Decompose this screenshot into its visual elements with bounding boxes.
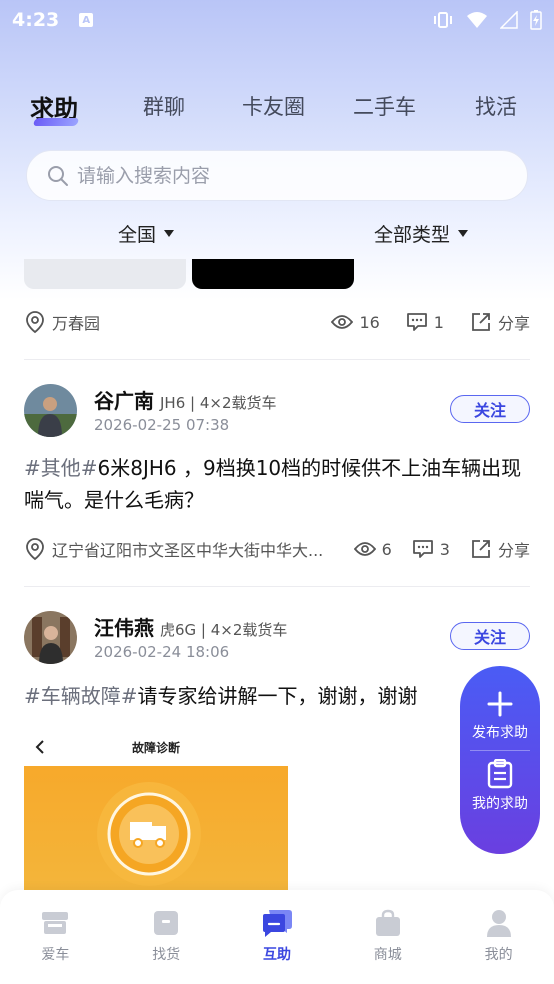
my-help-label: 我的求助 [472, 796, 528, 812]
avatar[interactable] [24, 611, 77, 664]
user-name[interactable]: 谷广南 JH6 | 4×2载货车 [94, 385, 277, 414]
nav-label: 找货 [152, 947, 181, 963]
image-title: 故障诊断 [131, 740, 180, 755]
views-count: 6 [353, 540, 392, 559]
post-hashtag[interactable]: #其他# [24, 456, 98, 480]
floating-action-panel: 发布求助 我的求助 [460, 666, 540, 854]
search-input[interactable] [77, 164, 477, 187]
post-image[interactable]: 故障诊断 [24, 728, 288, 898]
tab-truck-friends[interactable]: 卡友圈 [242, 91, 305, 121]
publish-help-button[interactable]: 发布求助 [460, 690, 540, 742]
post-text: 6米8JH6 ，9档换10档的时候供不上油车辆出现喘气。是什么毛病？ [24, 456, 522, 512]
nav-label: 我的 [484, 947, 513, 963]
signal-icon [500, 11, 518, 29]
truck-diagnosis-icon [97, 782, 201, 886]
dropdown-arrow-icon [458, 230, 469, 237]
chat-bubbles-icon [262, 910, 292, 937]
location-text: 万春园 [52, 314, 101, 333]
tab-used-cars[interactable]: 二手车 [353, 91, 416, 121]
follow-button[interactable]: 关注 [450, 395, 530, 423]
image-header: 故障诊断 [24, 728, 288, 766]
nav-item-profile[interactable]: 我的 [443, 890, 554, 984]
comment-icon [406, 313, 427, 331]
post-divider [24, 586, 530, 587]
bottom-navigation: 爱车 找货 互助 商城 我的 [0, 890, 554, 984]
nav-label: 互助 [262, 947, 291, 963]
nav-label: 商城 [373, 947, 402, 963]
wifi-icon [467, 12, 487, 28]
cargo-box-icon [154, 911, 179, 935]
fab-divider [470, 750, 530, 751]
publish-help-label: 发布求助 [472, 725, 528, 741]
notification-icon: A [79, 13, 94, 27]
comment-button[interactable]: 1 [406, 312, 444, 332]
my-help-button[interactable]: 我的求助 [460, 759, 540, 813]
tab-group-chat[interactable]: 群聊 [143, 91, 185, 121]
share-icon [472, 540, 490, 558]
post-image[interactable] [192, 259, 354, 289]
post-content[interactable]: #其他#6米8JH6 ，9档换10档的时候供不上油车辆出现喘气。是什么毛病？ [24, 452, 524, 516]
search-bar[interactable] [26, 150, 528, 201]
avatar[interactable] [24, 384, 77, 437]
nav-item-my-truck[interactable]: 爱车 [0, 890, 111, 984]
status-bar: 4:23 A [0, 0, 554, 40]
person-icon [486, 910, 511, 937]
nav-label: 爱车 [41, 947, 70, 963]
share-button[interactable]: 分享 [470, 537, 530, 561]
comment-button[interactable]: 3 [412, 539, 450, 559]
clipboard-icon [487, 759, 513, 789]
post-location[interactable]: 万春园 [24, 310, 100, 334]
eye-icon [353, 542, 376, 556]
share-button[interactable]: 分享 [470, 310, 530, 334]
post-date: 2026-02-25 07:38 [94, 416, 230, 434]
region-filter-label: 全国 [118, 224, 157, 246]
tab-find-work[interactable]: 找活 [475, 91, 517, 121]
nav-item-mutual-help[interactable]: 互助 [222, 890, 333, 984]
post-image[interactable] [24, 259, 186, 289]
active-tab-indicator [32, 118, 80, 126]
location-pin-icon [26, 311, 44, 334]
views-count: 16 [331, 313, 380, 332]
battery-icon [530, 10, 542, 30]
eye-icon [331, 315, 354, 329]
location-pin-icon [26, 538, 44, 561]
category-tabs: 求助 群聊 卡友圈 二手车 找活 [0, 86, 554, 126]
truck-icon [42, 912, 69, 934]
share-icon [472, 313, 490, 331]
type-filter[interactable]: 全部类型 [374, 220, 469, 247]
dropdown-arrow-icon [164, 230, 175, 237]
post-divider [24, 359, 530, 360]
type-filter-label: 全部类型 [374, 224, 451, 246]
nav-item-mall[interactable]: 商城 [332, 890, 443, 984]
user-name[interactable]: 汪伟燕 虎6G | 4×2载货车 [94, 612, 287, 641]
post-meta-row: 辽宁省辽阳市文圣区中华大街中华大... 6 3 分享 [24, 535, 530, 563]
post-meta-row: 万春园 16 1 分享 [24, 308, 530, 336]
region-filter[interactable]: 全国 [118, 220, 175, 247]
post-date: 2026-02-24 18:06 [94, 643, 230, 661]
image-body [24, 766, 288, 898]
plus-icon [487, 691, 513, 717]
follow-button[interactable]: 关注 [450, 622, 530, 650]
comment-icon [412, 540, 433, 558]
nav-item-find-cargo[interactable]: 找货 [111, 890, 222, 984]
search-icon [48, 165, 68, 186]
status-time: 4:23 [12, 9, 60, 31]
user-vehicle-tag: 虎6G | 4×2载货车 [160, 621, 288, 639]
post-hashtag[interactable]: #车辆故障# [24, 684, 138, 708]
vibrate-icon [434, 12, 452, 28]
post-text: 请专家给讲解一下，谢谢，谢谢 [137, 684, 418, 708]
user-vehicle-tag: JH6 | 4×2载货车 [160, 394, 277, 412]
location-text: 辽宁省辽阳市文圣区中华大街中华大... [52, 541, 324, 560]
post-location[interactable]: 辽宁省辽阳市文圣区中华大街中华大... [24, 537, 323, 561]
post-content[interactable]: #车辆故障#请专家给讲解一下，谢谢，谢谢 [24, 680, 464, 712]
shopping-bag-icon [375, 909, 400, 936]
